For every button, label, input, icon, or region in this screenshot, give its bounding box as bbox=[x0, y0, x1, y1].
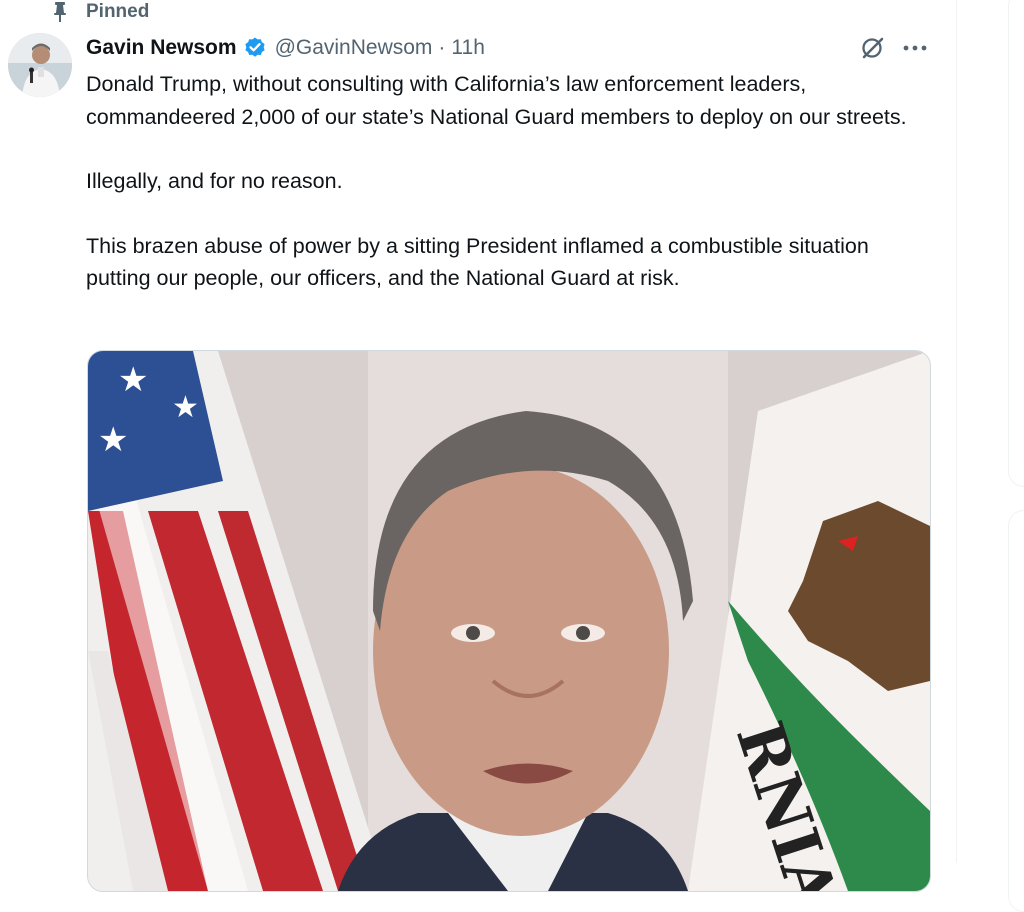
svg-text:★: ★ bbox=[172, 390, 199, 425]
author-handle[interactable]: @GavinNewsom bbox=[275, 36, 433, 60]
grok-icon[interactable] bbox=[856, 33, 890, 63]
tweet-paragraph: Donald Trump, without consulting with Ca… bbox=[86, 72, 907, 129]
separator-dot: · bbox=[438, 36, 446, 59]
tweet-video[interactable]: ★ ★ ★ RNIA bbox=[87, 350, 931, 892]
column-divider bbox=[956, 0, 957, 863]
sidebar-card bbox=[1008, 510, 1024, 912]
tweet-paragraph: Illegally, and for no reason. bbox=[86, 169, 343, 193]
tweet-paragraph: This brazen abuse of power by a sitting … bbox=[86, 233, 869, 291]
svg-text:★: ★ bbox=[118, 360, 148, 400]
tweet-text: Donald Trump, without consulting with Ca… bbox=[86, 68, 926, 295]
pinned-label: Pinned bbox=[86, 1, 150, 22]
timestamp[interactable]: 11h bbox=[451, 36, 484, 60]
svg-text:★: ★ bbox=[98, 420, 128, 460]
avatar[interactable] bbox=[8, 33, 72, 97]
author-name[interactable]: Gavin Newsom bbox=[86, 36, 237, 60]
more-icon[interactable] bbox=[898, 33, 932, 63]
pinned-indicator: Pinned bbox=[50, 0, 149, 24]
tweet-header: Gavin Newsom @GavinNewsom · 11h bbox=[86, 32, 485, 64]
pin-icon bbox=[50, 0, 70, 24]
sidebar-card bbox=[1008, 0, 1024, 487]
verified-badge-icon[interactable] bbox=[243, 36, 267, 60]
